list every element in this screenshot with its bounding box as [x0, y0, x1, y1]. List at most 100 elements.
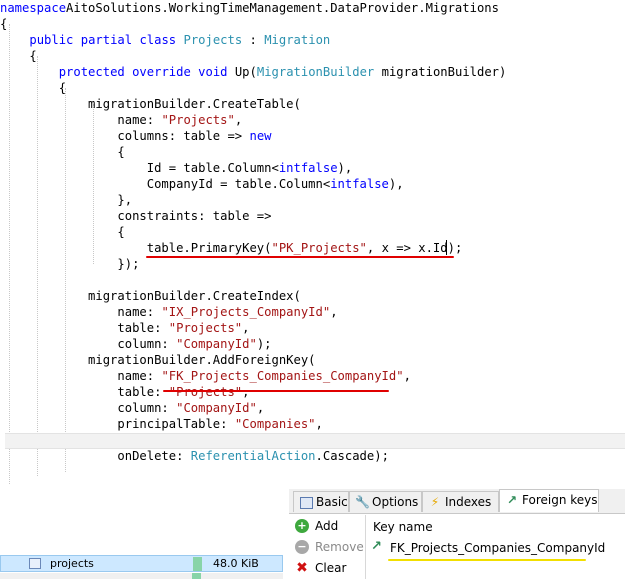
wrench-icon: 🔧 [355, 495, 370, 509]
code-token: , [234, 113, 243, 127]
database-tree: projects 48.0 KiB [0, 485, 283, 579]
code-line: { [0, 144, 125, 160]
add-button[interactable]: + Add [295, 517, 338, 535]
code-token: { [0, 225, 125, 239]
code-token: AitoSolutions.WorkingTimeManagement.Data… [66, 1, 499, 15]
code-token: .Cascade); [315, 449, 389, 463]
code-token: , [403, 369, 411, 383]
code-token: columns: table => [0, 129, 250, 143]
code-token: false [300, 161, 338, 175]
code-token: { [0, 17, 8, 31]
code-token: migrationBuilder.AddForeignKey( [0, 353, 316, 367]
tab-basic[interactable]: Basic [293, 491, 349, 512]
remove-label: Remove [315, 540, 364, 554]
code-line: Id = table.Column<intfalse), [0, 160, 352, 176]
code-line: { [0, 48, 36, 64]
code-token: { [0, 81, 67, 95]
database-tool-panel: projects 48.0 KiB Basic 🔧 Options ⚡ Inde… [0, 485, 625, 579]
code-token: void [198, 65, 228, 79]
code-line: onDelete: ReferentialAction.Cascade); [0, 448, 389, 464]
code-token: int [278, 161, 301, 175]
foreign-key-list: Key name ↗ FK_Projects_Companies_Company… [365, 515, 625, 579]
code-line: { [0, 80, 66, 96]
code-line: principalTable: "Companies", [0, 416, 322, 432]
code-token: "IX_Projects_CompanyId" [161, 305, 331, 319]
tab-label: Foreign keys [522, 493, 598, 507]
code-token: "Projects" [168, 321, 243, 335]
code-token: onDelete: [0, 449, 191, 463]
code-token: "Companies" [234, 417, 316, 431]
code-token: table.PrimaryKey( [0, 241, 272, 255]
code-line: name: "IX_Projects_CompanyId", [0, 304, 337, 320]
code-token: name: [0, 113, 162, 127]
code-line: CompanyId = table.Column<intfalse), [0, 176, 404, 192]
tree-row-partial [0, 573, 283, 579]
tab-label: Basic [316, 495, 348, 509]
code-token: migrationBuilder) [374, 65, 507, 79]
code-line: table: "Projects", [0, 384, 249, 400]
code-line: public partial class Projects : Migratio… [0, 32, 330, 48]
code-line: migrationBuilder.AddForeignKey( [0, 352, 316, 368]
code-line: columns: table => new [0, 128, 272, 144]
code-line: migrationBuilder.CreateIndex( [0, 288, 301, 304]
code-line: table.PrimaryKey("PK_Projects", x => x.I… [0, 240, 463, 256]
foreign-key-actions: + Add − Remove ✖ Clear [289, 515, 364, 579]
code-token: principalTable: [0, 417, 235, 431]
code-token: }); [0, 257, 140, 271]
code-token: , [242, 321, 250, 335]
table-icon [29, 558, 41, 569]
code-token: migrationBuilder.CreateTable( [0, 97, 301, 111]
code-token: Up( [227, 65, 257, 79]
code-token: "PK_Projects" [271, 241, 367, 255]
foreign-key-icon: ↗ [506, 493, 518, 507]
code-token: class [139, 33, 177, 47]
table-icon [299, 495, 313, 509]
tab-label: Options [372, 495, 419, 509]
tab-indexes[interactable]: ⚡ Indexes [422, 491, 499, 512]
code-token: Migration [264, 33, 331, 47]
red-underline-primary-key [146, 256, 454, 258]
foreign-key-item[interactable]: ↗ FK_Projects_Companies_CompanyId [371, 539, 621, 557]
code-token: CompanyId = table.Column< [0, 177, 331, 191]
tab-foreign-keys[interactable]: ↗ Foreign keys [499, 489, 599, 512]
tab-options[interactable]: 🔧 Options [349, 491, 422, 512]
code-line: }, [0, 192, 132, 208]
clear-button[interactable]: ✖ Clear [295, 559, 346, 577]
code-line: migrationBuilder.CreateTable( [0, 96, 301, 112]
code-editor[interactable]: namespaceAitoSolutions.WorkingTimeManage… [0, 0, 625, 485]
code-line: name: "FK_Projects_Companies_CompanyId", [0, 368, 411, 384]
code-token: Id = table.Column< [0, 161, 279, 175]
yellow-underline-foreign-key [388, 559, 586, 561]
code-line: constraints: table => [0, 208, 271, 224]
red-underline-foreign-key [163, 390, 389, 392]
code-token: , [242, 385, 250, 399]
minus-icon: − [295, 540, 309, 554]
code-token: "Projects" [161, 113, 235, 127]
code-token: int [330, 177, 353, 191]
code-token: "CompanyId" [176, 401, 257, 415]
code-token: ReferentialAction [190, 449, 316, 463]
code-token: { [0, 145, 125, 159]
code-line: column: "CompanyId"); [0, 336, 272, 352]
code-token: }, [0, 193, 133, 207]
foreign-key-name: FK_Projects_Companies_CompanyId [390, 541, 606, 555]
code-line: { [0, 16, 7, 32]
code-token: new [249, 129, 272, 143]
remove-button[interactable]: − Remove [295, 538, 364, 556]
code-line: name: "Projects", [0, 112, 242, 128]
code-line: { [0, 224, 125, 240]
add-label: Add [315, 519, 339, 533]
code-line: column: "CompanyId", [0, 400, 264, 416]
size-bar [193, 557, 202, 571]
tree-item-label: projects [50, 557, 94, 570]
tree-item-projects[interactable]: projects 48.0 KiB [0, 555, 283, 572]
column-header-key-name: Key name [373, 520, 433, 534]
code-token: partial [80, 33, 133, 47]
horizontal-scrollbar[interactable] [5, 433, 625, 449]
code-token: , [256, 401, 265, 415]
code-token: ); [256, 337, 272, 351]
code-line: }); [0, 256, 139, 272]
clear-x-icon: ✖ [296, 560, 308, 576]
